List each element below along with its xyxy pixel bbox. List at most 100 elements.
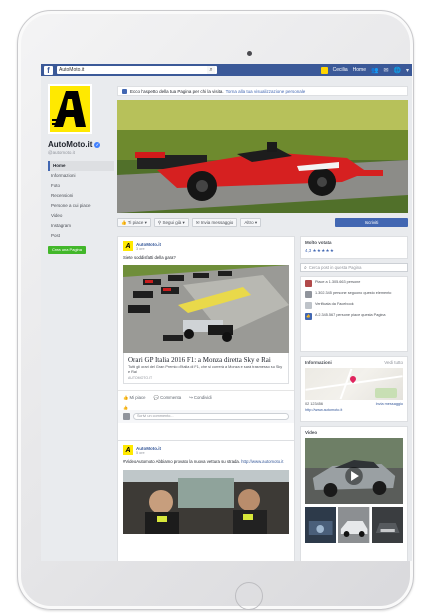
- page-search-input[interactable]: ⌕ Cerca post in questa Pagina: [300, 263, 408, 272]
- left-column: AutoMoto.it ✓ @automoto.it Home Informaz…: [48, 84, 114, 254]
- comment-button[interactable]: 💬 Commenta: [154, 395, 182, 401]
- info-map-box: Informazioni Vedi tutto 02 123456 Invia …: [300, 356, 408, 422]
- link-preview-domain: AUTOMOTO.IT: [128, 375, 153, 380]
- star-rating-icon: ★★★★★: [312, 248, 335, 253]
- search-icon[interactable]: ⌕: [207, 66, 215, 74]
- page-handle: @automoto.it: [48, 150, 75, 155]
- like-button[interactable]: 👍 Mi piace: [123, 395, 146, 401]
- notice-text: Ecco l'aspetto della tua Pagina per chi …: [130, 88, 224, 94]
- page-name-text: AutoMoto.it: [48, 140, 93, 149]
- more-label: Altro: [244, 220, 254, 225]
- post-timestamp[interactable]: 3 ore: [136, 247, 161, 251]
- videos-box: Video: [300, 426, 408, 561]
- notice-link[interactable]: Torna alla tua visualizzazione personale: [226, 89, 306, 94]
- ratings-box[interactable]: Molto votata 4,3 ★★★★★: [300, 236, 408, 259]
- notifications-icon[interactable]: 🌐: [394, 67, 401, 74]
- settings-arrow-icon[interactable]: ▾: [406, 67, 409, 74]
- ratings-title: Molto votata: [305, 240, 332, 245]
- about-line: Verificata da Facebook: [315, 302, 354, 306]
- comment-label: Commenta: [160, 394, 182, 400]
- home-link[interactable]: Home: [353, 67, 366, 73]
- nav-item-reviews[interactable]: Recensioni: [48, 191, 114, 201]
- video-thumbnail[interactable]: [305, 507, 337, 543]
- about-row[interactable]: Verificata da Facebook: [305, 302, 403, 309]
- post-header: A AutoMoto.it 5 ore: [118, 441, 294, 457]
- more-button[interactable]: Altro ▾: [240, 218, 262, 227]
- nav-item-videos[interactable]: Video: [48, 211, 114, 221]
- in-car-video-image: [123, 469, 289, 534]
- about-row[interactable]: 1.302.345 persone seguono questo element…: [305, 291, 403, 298]
- automoto-logo-icon: [52, 91, 86, 127]
- car-front-thumbnail: [371, 507, 403, 543]
- about-row[interactable]: Piace a 1.305.663 persone: [305, 280, 403, 287]
- map-box-title: Informazioni: [305, 360, 332, 365]
- f1-car-image: [117, 100, 408, 213]
- rating-value: 4,3: [305, 248, 312, 253]
- map-box-header: Informazioni Vedi tutto: [301, 357, 407, 368]
- see-all-link[interactable]: Vedi tutto: [384, 360, 403, 365]
- nav-item-info[interactable]: Informazioni: [48, 171, 114, 181]
- facebook-topbar: f AutoMoto.it ⌕ Cecilia Home 👥 ✉ 🌐 ▾: [41, 64, 412, 76]
- phone-number[interactable]: 02 123456: [305, 402, 323, 406]
- nav-item-posts[interactable]: Post: [48, 231, 114, 241]
- facebook-logo-icon[interactable]: f: [44, 65, 53, 75]
- nav-item-likes[interactable]: Persone a cui piace: [48, 201, 114, 211]
- top-navigation: Cecilia Home 👥 ✉ 🌐 ▾: [320, 66, 409, 74]
- post-card: A AutoMoto.it 3 ore Siete soddisfatti de…: [117, 236, 295, 452]
- send-message-link[interactable]: Invia messaggio: [376, 402, 403, 406]
- post-text-link[interactable]: http://www.automoto.it: [241, 459, 283, 464]
- post-author-avatar[interactable]: A: [123, 241, 133, 251]
- home-button[interactable]: [235, 582, 263, 610]
- link-preview[interactable]: Orari GP Italia 2016 F1: a Monza diretta…: [123, 352, 289, 384]
- video-thumbnail[interactable]: [371, 507, 403, 543]
- nav-item-home[interactable]: Home: [48, 161, 114, 171]
- friend-requests-icon[interactable]: 👥: [371, 67, 378, 74]
- comment-composer: Scrivi un commento...: [118, 409, 294, 423]
- post-author-avatar[interactable]: A: [123, 445, 133, 455]
- post-header: A AutoMoto.it 3 ore: [118, 237, 294, 253]
- about-line: Piace a 1.305.663 persone: [315, 280, 361, 284]
- messages-icon[interactable]: ✉: [383, 67, 388, 74]
- website-link[interactable]: http://www.automoto.it: [305, 408, 342, 412]
- user-avatar[interactable]: [320, 66, 328, 74]
- ratings-summary: 4,3 ★★★★★: [305, 248, 403, 254]
- messenger-icon: ✉: [195, 220, 200, 225]
- video-thumbnail[interactable]: [338, 507, 370, 543]
- nav-item-instagram[interactable]: Instagram: [48, 221, 114, 231]
- cover-photo[interactable]: [117, 100, 408, 213]
- about-line: 1.302.345 persone seguono questo element…: [315, 291, 392, 295]
- page-action-bar: 👍 Ti piace ▾ ⚲ Segui già ▾ ✉ Invia messa…: [117, 217, 408, 228]
- post-text: Siete soddisfatti della gara?: [123, 255, 176, 260]
- user-name-link[interactable]: Cecilia: [333, 67, 348, 73]
- left-navigation: Home Informazioni Foto Recensioni Person…: [48, 161, 114, 241]
- post-text-body: #VideoAutomoto Abbiamo provato la nuova …: [123, 459, 240, 464]
- about-row[interactable]: 👍 A 2.345.567 persone piace questa Pagin…: [305, 313, 403, 320]
- car-interior-thumbnail: [305, 507, 337, 543]
- create-page-button[interactable]: Crea una Pagina: [48, 246, 86, 254]
- subscribe-button[interactable]: Iscriviti: [335, 218, 408, 227]
- videos-box-title[interactable]: Video: [305, 430, 317, 435]
- page-profile-picture[interactable]: [48, 84, 92, 134]
- about-line: A 2.345.567 persone piace questa Pagina: [315, 313, 386, 317]
- following-button[interactable]: ⚲ Segui già ▾: [153, 218, 189, 227]
- location-map[interactable]: [305, 368, 403, 400]
- link-preview-description: Tutti gli orari del Gran Premio d'Italia…: [128, 364, 283, 374]
- share-button[interactable]: ↪ Condividi: [189, 395, 211, 401]
- post-meta: AutoMoto.it 3 ore: [136, 242, 161, 251]
- featured-video[interactable]: [305, 438, 403, 504]
- like-label: Mi piace: [129, 394, 146, 400]
- send-message-button[interactable]: ✉ Invia messaggio: [191, 218, 238, 227]
- photo-thumbnail-icon: [305, 280, 312, 287]
- link-preview-title: Orari GP Italia 2016 F1: a Monza diretta…: [128, 355, 271, 364]
- facebook-page-screen: f AutoMoto.it ⌕ Cecilia Home 👥 ✉ 🌐 ▾ Aut…: [41, 64, 412, 561]
- post-author[interactable]: AutoMoto.it: [136, 446, 161, 451]
- nav-item-photos[interactable]: Foto: [48, 181, 114, 191]
- liked-button[interactable]: 👍 Ti piace ▾: [117, 218, 151, 227]
- post-link-image[interactable]: [123, 264, 289, 353]
- post-timestamp[interactable]: 5 ore: [136, 451, 161, 455]
- page-title[interactable]: AutoMoto.it ✓: [48, 140, 114, 149]
- facebook-search-input[interactable]: AutoMoto.it ⌕: [57, 66, 217, 74]
- comment-input[interactable]: Scrivi un commento...: [133, 412, 289, 420]
- post-video[interactable]: [123, 469, 289, 534]
- post-author[interactable]: AutoMoto.it: [136, 242, 161, 247]
